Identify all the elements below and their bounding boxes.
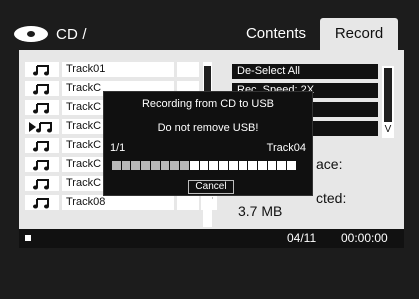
recording-progress-dialog: Recording from CD to USB Do not remove U… xyxy=(104,92,312,195)
tab-contents[interactable]: Contents xyxy=(233,18,319,50)
progress-segment xyxy=(219,161,228,170)
progress-segment xyxy=(131,161,141,170)
track-name: Track08 xyxy=(62,195,174,210)
status-bar: 04/11 00:00:00 xyxy=(19,229,404,248)
music-note-icon xyxy=(25,157,59,172)
dialog-title: Recording from CD to USB xyxy=(141,98,275,110)
progress-segment xyxy=(267,161,277,170)
header: CD / xyxy=(14,20,87,48)
free-space-label: ace: xyxy=(316,156,343,172)
progress-segment xyxy=(277,161,287,170)
status-indicator xyxy=(25,235,31,241)
cd-disc-icon xyxy=(14,26,48,42)
track-select-box[interactable] xyxy=(177,62,199,77)
progress-segment xyxy=(141,161,150,170)
track-name: Track01 xyxy=(62,62,174,77)
music-note-icon xyxy=(25,62,59,77)
progress-segment xyxy=(199,161,209,170)
track-select-box[interactable] xyxy=(177,195,199,210)
music-note-icon xyxy=(25,138,59,153)
track-row[interactable]: Track01 xyxy=(25,62,225,77)
menu-item-deselect-all[interactable]: De-Select All xyxy=(232,64,378,79)
music-note-icon xyxy=(25,176,59,191)
track-row[interactable]: Track08 V xyxy=(25,195,225,210)
progress-segment xyxy=(112,161,121,170)
progress-segment xyxy=(228,161,238,170)
track-position: 04/11 xyxy=(287,231,317,245)
progress-segment xyxy=(209,161,219,170)
progress-segment xyxy=(160,161,170,170)
music-note-icon xyxy=(25,195,59,210)
screen: CD / Contents Record Track01 TrackC Trac… xyxy=(0,0,419,299)
progress-segment xyxy=(170,161,180,170)
selected-size-value: 3.7 MB xyxy=(238,203,283,219)
file-count: 1/1 xyxy=(110,142,126,154)
tab-record[interactable]: Record xyxy=(320,18,398,50)
progress-segment xyxy=(121,161,131,170)
menu-scroll-down-indicator[interactable]: V xyxy=(382,124,394,135)
progress-segment xyxy=(189,161,199,170)
progress-segment xyxy=(150,161,160,170)
cancel-button[interactable]: Cancel xyxy=(188,180,234,194)
current-track: Track04 xyxy=(266,142,306,154)
progress-segment xyxy=(180,161,189,170)
menu-scrollbar-thumb[interactable] xyxy=(384,68,392,122)
progress-segment xyxy=(287,161,296,170)
selected-size-label: cted: xyxy=(316,190,347,206)
play-music-note-icon xyxy=(25,119,59,134)
music-note-icon xyxy=(25,100,59,115)
progress-segment xyxy=(258,161,267,170)
elapsed-time: 00:00:00 xyxy=(341,231,388,245)
progress-segment xyxy=(248,161,258,170)
progress-bar xyxy=(112,161,296,170)
menu-scrollbar[interactable]: V xyxy=(382,66,394,138)
music-note-icon xyxy=(25,81,59,96)
progress-segment xyxy=(238,161,248,170)
dialog-warning: Do not remove USB! xyxy=(157,122,259,134)
current-path: CD / xyxy=(56,25,87,43)
